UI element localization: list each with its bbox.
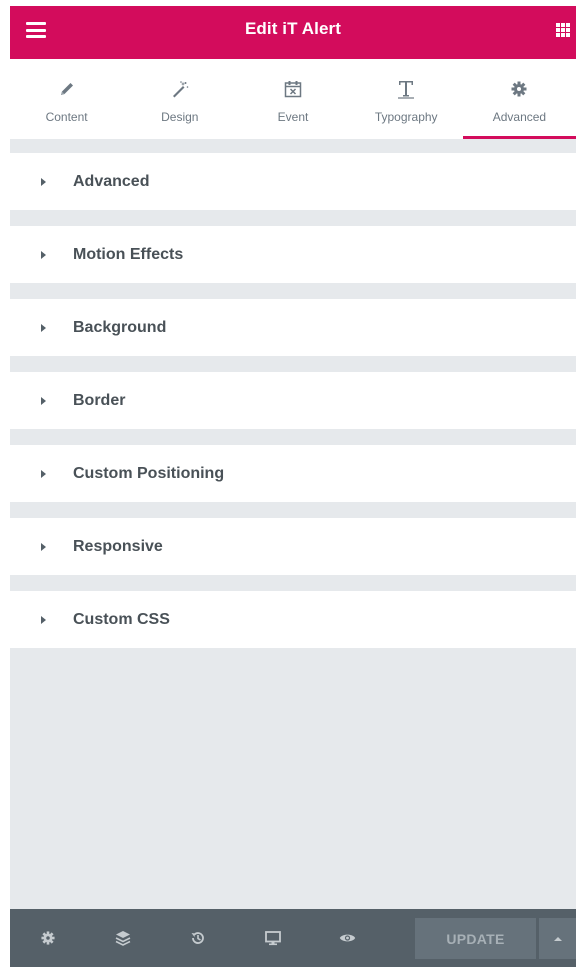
- page-title: Edit iT Alert: [244, 18, 342, 38]
- tab-typography[interactable]: Typography: [350, 59, 463, 139]
- tab-content[interactable]: Content: [10, 59, 123, 139]
- tab-label: Typography: [374, 110, 438, 124]
- section-title: Motion Effects: [73, 245, 184, 263]
- footer-preview-button[interactable]: [310, 909, 385, 967]
- tab-label: Content: [45, 110, 88, 124]
- tab-design[interactable]: Design: [123, 59, 236, 139]
- tab-advanced[interactable]: Advanced: [462, 59, 576, 139]
- section-responsive[interactable]: Responsive: [10, 518, 576, 575]
- text-t-icon: [398, 81, 415, 99]
- caret-right-icon: [41, 469, 46, 478]
- tab-label: Advanced: [492, 110, 547, 124]
- section-advanced[interactable]: Advanced: [10, 153, 576, 210]
- tab-label: Design: [161, 110, 199, 124]
- footer-settings-button[interactable]: [10, 909, 85, 967]
- caret-right-icon: [41, 323, 46, 332]
- tab-label: Event: [277, 110, 309, 124]
- section-title: Custom Positioning: [73, 464, 225, 482]
- section-border[interactable]: Border: [10, 372, 576, 429]
- caret-right-icon: [41, 396, 46, 405]
- settings-icon: [40, 931, 55, 945]
- section-list: Advanced Motion Effects Background Borde…: [10, 153, 576, 664]
- section-title: Responsive: [73, 537, 163, 555]
- gear-icon: [511, 81, 527, 97]
- widgets-grid-icon[interactable]: [556, 23, 570, 37]
- section-background[interactable]: Background: [10, 299, 576, 356]
- section-title: Advanced: [73, 172, 150, 190]
- section-title: Border: [73, 391, 126, 409]
- caret-right-icon: [41, 542, 46, 551]
- section-custom-positioning[interactable]: Custom Positioning: [10, 445, 576, 502]
- caret-right-icon: [41, 250, 46, 259]
- section-motion-effects[interactable]: Motion Effects: [10, 226, 576, 283]
- menu-icon[interactable]: [26, 22, 46, 38]
- calendar-x-icon: [284, 81, 302, 98]
- update-options-button[interactable]: [539, 918, 576, 959]
- panel-tabs: Content Design Event Typography Advanced: [10, 59, 576, 139]
- section-custom-css[interactable]: Custom CSS: [10, 591, 576, 648]
- panel-header: Edit iT Alert: [10, 6, 576, 59]
- caret-up-icon: [553, 936, 562, 941]
- history-icon: [191, 932, 204, 944]
- editor-panel: Edit iT Alert Content Design Event Typog…: [10, 6, 576, 967]
- caret-right-icon: [41, 615, 46, 624]
- section-title: Background: [73, 318, 167, 336]
- footer-responsive-button[interactable]: [235, 909, 310, 967]
- magic-wand-icon: [172, 81, 189, 98]
- panel-footer: UPDATE: [10, 909, 576, 967]
- update-button[interactable]: UPDATE: [415, 918, 536, 959]
- preview-eye-icon: [339, 934, 356, 942]
- tab-event[interactable]: Event: [236, 59, 349, 139]
- footer-navigator-button[interactable]: [85, 909, 160, 967]
- pencil-icon: [60, 83, 73, 95]
- footer-history-button[interactable]: [160, 909, 235, 967]
- caret-right-icon: [41, 177, 46, 186]
- tabs-divider: [10, 139, 576, 153]
- layers-icon: [115, 931, 130, 946]
- section-title: Custom CSS: [73, 610, 170, 628]
- responsive-monitor-icon: [264, 930, 281, 945]
